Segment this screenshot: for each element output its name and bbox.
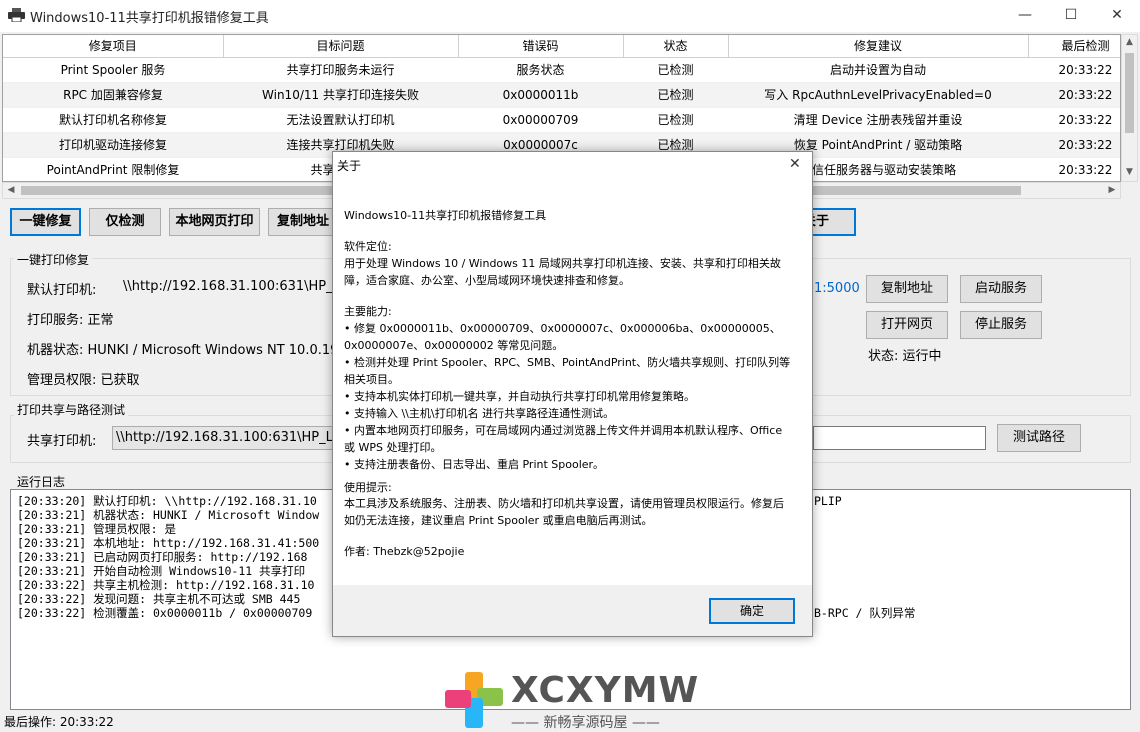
- ability-item: • 支持本机实体打印机一键共享，并自动执行共享打印机常用修复策略。: [344, 390, 695, 403]
- table-cell: 清理 Device 注册表残留并重设: [728, 107, 1028, 133]
- about-dialog: 关于 ✕ Windows10-11共享打印机报错修复工具 软件定位: 用于处理 …: [332, 151, 813, 637]
- table-cell: 已检测: [623, 82, 728, 108]
- table-vertical-scrollbar[interactable]: ▲ ▼: [1121, 34, 1138, 182]
- copy-address-button[interactable]: 复制地址: [866, 275, 948, 303]
- share-test-group-title: 打印共享与路径测试: [14, 401, 129, 418]
- table-cell: PointAndPrint 限制修复: [3, 157, 223, 181]
- column-header-last-check[interactable]: 最后检测: [1028, 35, 1120, 58]
- default-printer-label: 默认打印机:: [27, 283, 97, 298]
- copy-address-toolbar-button[interactable]: 复制地址: [268, 208, 338, 236]
- table-cell: 已检测: [623, 107, 728, 133]
- stop-service-button[interactable]: 停止服务: [960, 311, 1042, 339]
- log-line-tail: B-RPC / 队列异常: [814, 606, 916, 620]
- start-service-button[interactable]: 启动服务: [960, 275, 1042, 303]
- printer-icon: [8, 8, 25, 22]
- column-header-problem[interactable]: 目标问题: [223, 35, 459, 58]
- table-cell: 无法设置默认打印机: [223, 107, 458, 133]
- table-cell: Print Spooler 服务: [3, 57, 223, 83]
- table-row[interactable]: RPC 加固兼容修复 Win10/11 共享打印连接失败 0x0000011b …: [3, 82, 1120, 108]
- usage-title: 使用提示:: [344, 481, 392, 494]
- detect-only-button[interactable]: 仅检测: [89, 208, 161, 236]
- close-window-button[interactable]: ✕: [1094, 0, 1140, 32]
- run-log-title: 运行日志: [14, 473, 69, 490]
- shared-printer-select[interactable]: \\http://192.168.31.100:631\HP_La: [112, 426, 334, 450]
- table-row[interactable]: Print Spooler 服务 共享打印服务未运行 服务状态 已检测 启动并设…: [3, 57, 1120, 83]
- table-cell: 0x00000709: [458, 107, 623, 133]
- scroll-thumb[interactable]: [1125, 53, 1134, 133]
- watermark-tagline: —— 新畅享源码屋 ——: [511, 715, 660, 731]
- watermark-logo-icon: [445, 672, 503, 728]
- table-cell: 0x0000011b: [458, 82, 623, 108]
- ability-item: • 内置本地网页打印服务，可在局域网内通过浏览器上传文件并调用本机默认程序、Of…: [344, 424, 783, 454]
- admin-rights: 管理员权限: 已获取: [27, 373, 140, 388]
- table-cell: 默认打印机名称修复: [3, 107, 223, 133]
- dialog-footer: 确定: [333, 585, 812, 636]
- print-repair-group-title: 一键打印修复: [14, 251, 93, 268]
- table-cell: Win10/11 共享打印连接失败: [223, 82, 458, 108]
- open-web-button[interactable]: 打开网页: [866, 311, 948, 339]
- scroll-up-icon[interactable]: ▲: [1122, 35, 1137, 51]
- scroll-down-icon[interactable]: ▼: [1122, 165, 1137, 181]
- table-cell: 打印机驱动连接修复: [3, 132, 223, 158]
- minimize-button[interactable]: —: [1002, 0, 1048, 32]
- ability-item: • 修复 0x0000011b、0x00000709、0x0000007c、0x…: [344, 322, 781, 352]
- status-bar-last-operation: 最后操作: 20:33:22: [4, 715, 114, 729]
- log-line-tail: PLIP: [814, 494, 842, 508]
- about-app-name: Windows10-11共享打印机报错修复工具: [344, 209, 547, 222]
- usage-text: 本工具涉及系统服务、注册表、防火墙和打印机共享设置，请使用管理员权限运行。修复后…: [344, 497, 784, 527]
- window-title: Windows10-11共享打印机报错修复工具: [30, 11, 269, 26]
- local-web-print-button[interactable]: 本地网页打印: [169, 208, 260, 236]
- scroll-right-icon[interactable]: ▶: [1104, 183, 1120, 198]
- title-bar: Windows10-11共享打印机报错修复工具 — ☐ ✕: [0, 0, 1140, 32]
- table-cell: 共享打印服务未运行: [223, 57, 458, 83]
- watermark-brand: XCXYMW: [511, 670, 700, 711]
- table-cell: 20:33:22: [1028, 107, 1120, 133]
- positioning-title: 软件定位:: [344, 240, 392, 253]
- column-header-item[interactable]: 修复项目: [3, 35, 224, 58]
- print-service-status: 打印服务: 正常: [27, 313, 114, 328]
- ability-item: • 检测并处理 Print Spooler、RPC、SMB、PointAndPr…: [344, 356, 791, 386]
- dialog-title: 关于: [337, 159, 362, 173]
- table-cell: 20:33:22: [1028, 82, 1120, 108]
- column-header-code[interactable]: 错误码: [458, 35, 624, 58]
- machine-state: 机器状态: HUNKI / Microsoft Windows NT 10.0.…: [27, 343, 364, 358]
- one-click-fix-button[interactable]: 一键修复: [10, 208, 81, 236]
- table-cell: 启动并设置为自动: [728, 57, 1028, 83]
- ok-button[interactable]: 确定: [709, 598, 795, 624]
- table-cell: 20:33:22: [1028, 132, 1120, 158]
- ability-item: • 支持注册表备份、日志导出、重启 Print Spooler。: [344, 458, 605, 471]
- maximize-button[interactable]: ☐: [1048, 0, 1094, 32]
- table-cell: RPC 加固兼容修复: [3, 82, 223, 108]
- test-path-button[interactable]: 测试路径: [997, 424, 1081, 452]
- table-row[interactable]: 默认打印机名称修复 无法设置默认打印机 0x00000709 已检测 清理 De…: [3, 107, 1120, 133]
- table-header-row: 修复项目 目标问题 错误码 状态 修复建议 最后检测: [3, 35, 1120, 58]
- share-path-input[interactable]: [813, 426, 986, 450]
- shared-printer-label: 共享打印机:: [27, 434, 97, 449]
- abilities-title: 主要能力:: [344, 305, 392, 318]
- web-address-link[interactable]: 1:5000: [814, 281, 860, 296]
- table-cell: 写入 RpcAuthnLevelPrivacyEnabled=0: [728, 82, 1028, 108]
- default-printer-value: \\http://192.168.31.100:631\HP_Lase: [123, 279, 363, 294]
- dialog-close-icon[interactable]: ✕: [789, 156, 801, 172]
- column-header-suggestion[interactable]: 修复建议: [728, 35, 1029, 58]
- ability-item: • 支持输入 \\主机\打印机名 进行共享路径连通性测试。: [344, 407, 615, 420]
- table-cell: 20:33:22: [1028, 57, 1120, 83]
- author-text: 作者: Thebzk@52pojie: [344, 545, 465, 558]
- table-cell: 20:33:22: [1028, 157, 1120, 181]
- service-running-status: 状态: 运行中: [868, 349, 942, 364]
- scroll-left-icon[interactable]: ◀: [3, 183, 19, 198]
- column-header-status[interactable]: 状态: [623, 35, 729, 58]
- table-cell: 已检测: [623, 57, 728, 83]
- positioning-text: 用于处理 Windows 10 / Windows 11 局域网共享打印机连接、…: [344, 257, 781, 287]
- watermark: XCXYMW —— 新畅享源码屋 ——: [443, 670, 703, 732]
- abilities-list: • 修复 0x0000011b、0x00000709、0x0000007c、0x…: [344, 320, 794, 473]
- table-cell: 服务状态: [458, 57, 623, 83]
